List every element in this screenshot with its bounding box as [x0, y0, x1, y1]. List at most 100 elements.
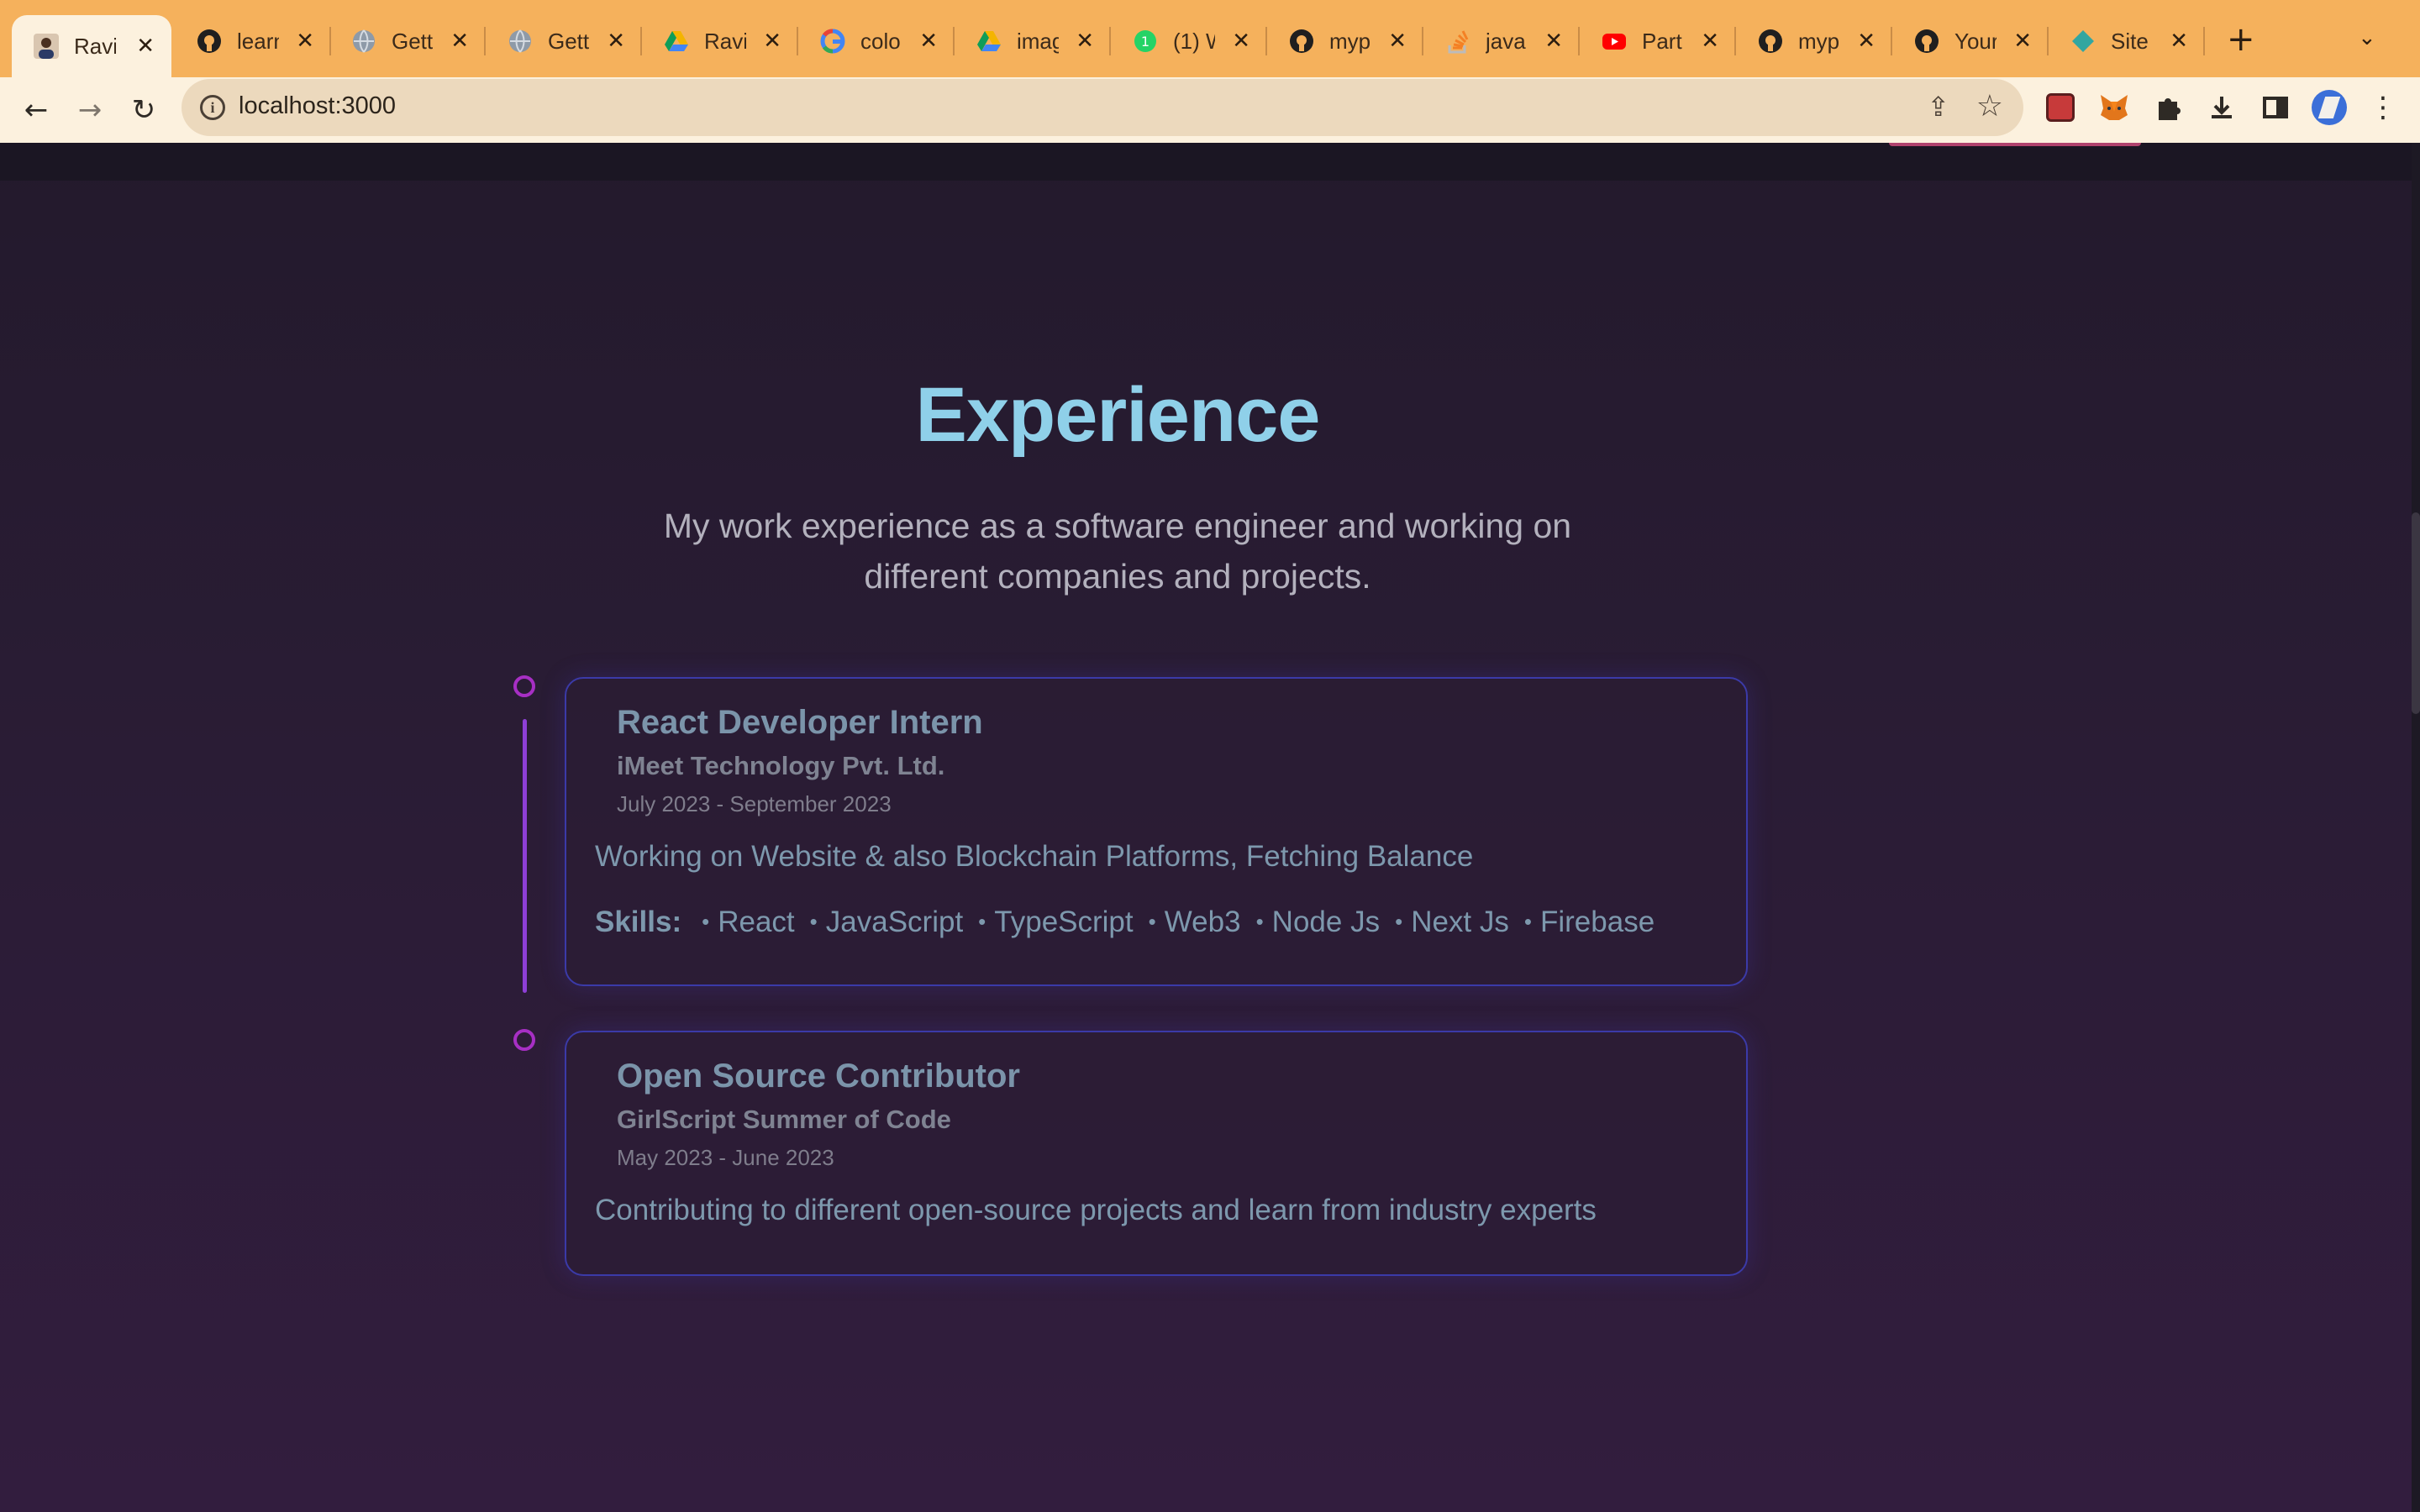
stackoverflow-icon [1445, 29, 1470, 54]
tab-title: colo [860, 28, 901, 54]
tab-title: imag [1017, 28, 1059, 54]
job-dates: July 2023 - September 2023 [617, 791, 892, 816]
job-description: Contributing to different open-source pr… [595, 1194, 1597, 1226]
scrollbar-thumb[interactable] [2412, 512, 2420, 714]
browser-tab[interactable]: Your ✕ [1892, 15, 2049, 67]
page-scrollbar[interactable] [2412, 143, 2420, 1512]
experience-card: Open Source Contributor GirlScript Summe… [565, 1031, 1748, 1276]
tab-close-icon[interactable]: ✕ [919, 29, 938, 54]
company-name: GirlScript Summer of Code [617, 1105, 951, 1134]
tab-close-icon[interactable]: ✕ [607, 29, 625, 54]
skill-item: JavaScript [810, 906, 963, 939]
site-info-icon[interactable]: i [200, 95, 225, 120]
tab-close-icon[interactable]: ✕ [763, 29, 781, 54]
tab-close-icon[interactable]: ✕ [136, 34, 155, 59]
tab-title: (1) W [1173, 28, 1215, 54]
timeline-dot [513, 675, 535, 697]
tab-close-icon[interactable]: ✕ [1701, 29, 1719, 54]
share-icon[interactable]: ⇪ [1927, 91, 1949, 123]
forward-button[interactable]: → [69, 89, 111, 131]
google-icon [820, 29, 845, 54]
skill-item: TypeScript [978, 906, 1133, 939]
tab-title: Getti [548, 28, 590, 54]
side-panel-icon[interactable] [2257, 89, 2294, 126]
tab-title: myp [1329, 28, 1371, 54]
skill-item: Next Js [1395, 906, 1509, 939]
reload-button[interactable]: ↻ [123, 89, 165, 131]
tab-close-icon[interactable]: ✕ [2170, 29, 2188, 54]
github-icon [1914, 29, 1939, 54]
globe-icon [508, 29, 533, 54]
browser-tab[interactable]: Getti ✕ [486, 15, 642, 67]
skills-label: Skills: [595, 906, 682, 938]
browser-tab[interactable]: imag ✕ [955, 15, 1111, 67]
tab-close-icon[interactable]: ✕ [1857, 29, 1876, 54]
browser-tab[interactable]: 1 (1) W ✕ [1111, 15, 1267, 67]
puzzle-extensions-icon[interactable] [2149, 89, 2186, 126]
google-drive-icon [976, 29, 1002, 54]
timeline-dot [513, 1029, 535, 1051]
navbar-button-edge[interactable] [1889, 143, 2141, 146]
tab-close-icon[interactable]: ✕ [1544, 29, 1563, 54]
google-drive-icon [664, 29, 689, 54]
skills-list: Skills: React JavaScript TypeScript Web3… [595, 906, 1670, 939]
extension-red-icon[interactable] [2042, 89, 2079, 126]
github-icon [1758, 29, 1783, 54]
tab-title: Getti [392, 28, 434, 54]
browser-tab[interactable]: colo ✕ [798, 15, 955, 67]
tab-close-icon[interactable]: ✕ [1076, 29, 1094, 54]
browser-tab[interactable]: myp ✕ [1736, 15, 1892, 67]
tab-close-icon[interactable]: ✕ [1232, 29, 1250, 54]
profile-avatar-icon[interactable] [2311, 89, 2348, 126]
company-name: iMeet Technology Pvt. Ltd. [617, 751, 945, 780]
tab-close-icon[interactable]: ✕ [450, 29, 469, 54]
whatsapp-icon: 1 [1133, 29, 1158, 54]
tab-separator [2203, 27, 2205, 55]
url-text[interactable]: localhost:3000 [239, 92, 396, 120]
tab-close-icon[interactable]: ✕ [2013, 29, 2032, 54]
browser-tab[interactable]: Site ✕ [2049, 15, 2205, 67]
bookmark-star-icon[interactable]: ☆ [1976, 89, 2003, 123]
github-icon [1289, 29, 1314, 54]
job-role: React Developer Intern [617, 704, 983, 741]
netlify-icon [2070, 29, 2096, 54]
tab-search-chevron-icon[interactable]: ⌄ [2358, 25, 2376, 50]
experience-card: React Developer Intern iMeet Technology … [565, 677, 1748, 986]
tab-title: Your [1954, 28, 1996, 54]
svg-text:1: 1 [1141, 34, 1150, 50]
tab-title: java [1486, 28, 1526, 54]
site-navbar [0, 143, 2412, 181]
skill-item: Node Js [1256, 906, 1380, 939]
tab-close-icon[interactable]: ✕ [296, 29, 314, 54]
new-tab-button[interactable]: + [2227, 20, 2255, 59]
job-description: Working on Website & also Blockchain Pla… [595, 840, 1474, 873]
browser-tab[interactable]: Part ✕ [1580, 15, 1736, 67]
section-subtitle: My work experience as a software enginee… [663, 507, 1572, 596]
tab-title: myp [1798, 28, 1840, 54]
timeline-line [523, 719, 527, 993]
tab-title: learn [237, 28, 279, 54]
browser-tab[interactable]: Ravi ✕ [642, 15, 798, 67]
page-content: Experience My work experience as a softw… [0, 143, 2420, 1512]
browser-tab[interactable]: Ravi ✕ [12, 15, 171, 77]
section-title: Experience [915, 372, 1321, 458]
download-icon[interactable] [2203, 89, 2240, 126]
more-menu-icon[interactable]: ⋮ [2365, 89, 2402, 126]
tab-close-icon[interactable]: ✕ [1388, 29, 1407, 54]
tab-title: Site [2111, 28, 2149, 54]
browser-tab[interactable]: myp ✕ [1267, 15, 1423, 67]
tab-title: Ravi [74, 33, 116, 59]
browser-tab[interactable]: Getti ✕ [329, 15, 486, 67]
github-icon [197, 29, 222, 54]
job-dates: May 2023 - June 2023 [617, 1145, 834, 1170]
browser-tab[interactable]: learn ✕ [175, 15, 331, 67]
metamask-fox-icon[interactable] [2096, 89, 2133, 126]
browser-tab[interactable]: java ✕ [1423, 15, 1580, 67]
back-button[interactable]: ← [15, 89, 57, 131]
skill-item: React [702, 906, 794, 939]
address-bar[interactable]: i localhost:3000 ⇪ ☆ [182, 79, 2023, 136]
youtube-icon [1602, 29, 1627, 54]
skill-item: Web3 [1149, 906, 1241, 939]
avatar-favicon [34, 34, 59, 59]
tab-title: Part [1642, 28, 1682, 54]
